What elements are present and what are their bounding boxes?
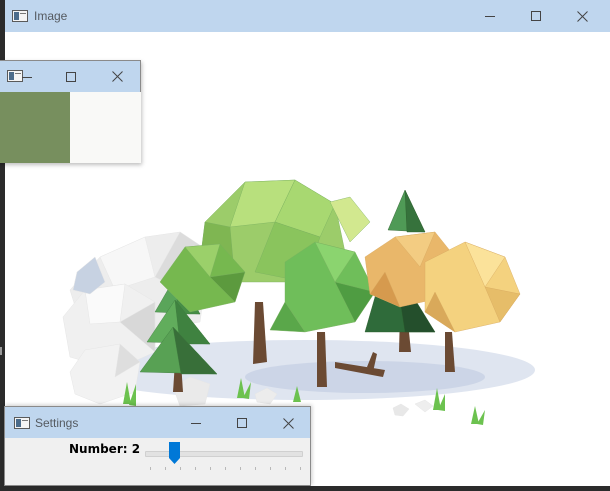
maximize-icon xyxy=(237,418,247,428)
number-slider-thumb[interactable] xyxy=(169,442,181,464)
slider-tick xyxy=(285,467,286,470)
settings-window-titlebar[interactable]: Settings xyxy=(5,407,310,438)
maximize-button[interactable] xyxy=(219,407,265,439)
window-app-icon xyxy=(12,10,28,22)
close-icon xyxy=(111,71,123,82)
close-icon xyxy=(282,417,294,429)
number-label: Number: 2 xyxy=(69,442,141,456)
minimize-icon xyxy=(22,72,32,82)
slider-tick xyxy=(300,467,301,470)
image-window-title: Image xyxy=(34,9,68,23)
number-slider-ticks xyxy=(150,467,301,471)
minimize-icon xyxy=(485,11,495,21)
green-tree xyxy=(159,179,376,333)
slider-tick xyxy=(225,467,226,470)
color-swatch-left xyxy=(0,92,70,163)
settings-window[interactable]: Settings Number: 2 xyxy=(4,406,311,486)
slider-tick xyxy=(255,467,256,470)
color-preview-window[interactable] xyxy=(0,60,141,163)
close-button[interactable] xyxy=(94,61,140,92)
background-edge-mark xyxy=(0,347,2,355)
minimize-button[interactable] xyxy=(173,407,219,439)
minimize-icon xyxy=(191,418,201,428)
close-button[interactable] xyxy=(559,0,605,32)
color-window-titlebar[interactable] xyxy=(0,61,140,92)
color-swatch-right xyxy=(70,92,141,163)
slider-tick xyxy=(210,467,211,470)
settings-window-title: Settings xyxy=(35,416,79,430)
maximize-icon xyxy=(531,11,541,21)
window-app-icon xyxy=(14,417,30,429)
image-window-titlebar[interactable]: Image xyxy=(5,0,610,32)
close-icon xyxy=(576,10,588,22)
minimize-button[interactable] xyxy=(467,0,513,32)
slider-tick xyxy=(195,467,196,470)
slider-tick xyxy=(240,467,241,470)
close-button[interactable] xyxy=(265,407,311,439)
maximize-button[interactable] xyxy=(513,0,559,32)
minimize-button[interactable] xyxy=(7,61,47,92)
slider-tick xyxy=(180,467,181,470)
slider-tick xyxy=(150,467,151,470)
maximize-icon xyxy=(66,71,76,82)
maximize-button[interactable] xyxy=(48,61,94,92)
slider-tick xyxy=(165,467,166,470)
slider-tick xyxy=(270,467,271,470)
